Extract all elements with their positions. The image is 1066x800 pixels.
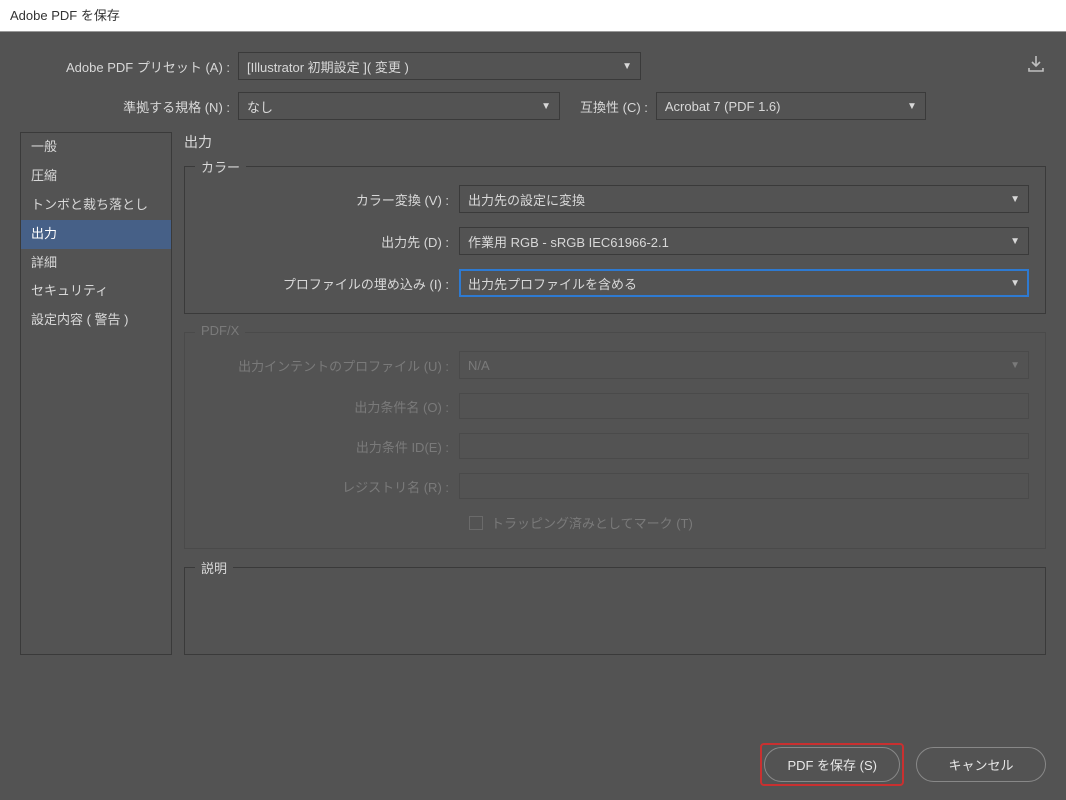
sidebar-item-advanced[interactable]: 詳細 (21, 249, 171, 278)
standard-dropdown[interactable]: なし ▼ (238, 92, 560, 120)
save-button-highlight: PDF を保存 (S) (760, 743, 904, 786)
chevron-down-icon: ▼ (1010, 278, 1020, 289)
intent-profile-value: N/A (468, 358, 490, 373)
condition-id-input (459, 433, 1029, 459)
pdfx-legend: PDF/X (195, 323, 245, 338)
compat-dropdown[interactable]: Acrobat 7 (PDF 1.6) ▼ (656, 92, 926, 120)
compat-value: Acrobat 7 (PDF 1.6) (665, 99, 781, 114)
profile-inclusion-dropdown[interactable]: 出力先プロファイルを含める ▼ (459, 269, 1029, 297)
intent-profile-dropdown: N/A ▼ (459, 351, 1029, 379)
registry-name-input (459, 473, 1029, 499)
profile-inclusion-value: 出力先プロファイルを含める (468, 274, 637, 293)
condition-name-input (459, 393, 1029, 419)
cancel-button[interactable]: キャンセル (916, 747, 1046, 782)
chevron-down-icon: ▼ (907, 101, 917, 112)
description-box: 説明 (184, 567, 1046, 655)
sidebar-item-summary[interactable]: 設定内容 ( 警告 ) (21, 306, 171, 335)
condition-id-label: 出力条件 ID(E) : (201, 437, 459, 456)
sidebar-item-security[interactable]: セキュリティ (21, 277, 171, 306)
color-conversion-dropdown[interactable]: 出力先の設定に変換 ▼ (459, 185, 1029, 213)
description-legend: 説明 (195, 558, 233, 577)
destination-value: 作業用 RGB - sRGB IEC61966-2.1 (468, 232, 669, 251)
registry-name-label: レジストリ名 (R) : (201, 477, 459, 496)
color-fieldset: カラー カラー変換 (V) : 出力先の設定に変換 ▼ 出力先 (D) : 作 (184, 166, 1046, 314)
color-conversion-value: 出力先の設定に変換 (468, 190, 585, 209)
content-title: 出力 (184, 132, 1046, 152)
chevron-down-icon: ▼ (541, 101, 551, 112)
save-pdf-button[interactable]: PDF を保存 (S) (764, 747, 900, 782)
compat-label: 互換性 (C) : (560, 97, 656, 116)
trapped-checkbox (469, 516, 483, 530)
trapped-label: トラッピング済みとしてマーク (T) (491, 513, 693, 532)
window-title: Adobe PDF を保存 (10, 8, 120, 23)
chevron-down-icon: ▼ (1010, 360, 1020, 371)
color-conversion-label: カラー変換 (V) : (201, 190, 459, 209)
preset-value: [Illustrator 初期設定 ]( 変更 ) (247, 57, 409, 76)
destination-dropdown[interactable]: 作業用 RGB - sRGB IEC61966-2.1 ▼ (459, 227, 1029, 255)
intent-profile-label: 出力インテントのプロファイル (U) : (201, 356, 459, 375)
sidebar-item-general[interactable]: 一般 (21, 133, 171, 162)
pdfx-fieldset: PDF/X 出力インテントのプロファイル (U) : N/A ▼ 出力条件名 (… (184, 332, 1046, 549)
window-titlebar: Adobe PDF を保存 (0, 0, 1066, 32)
sidebar-item-compression[interactable]: 圧縮 (21, 162, 171, 191)
sidebar-item-output[interactable]: 出力 (21, 220, 171, 249)
sidebar: 一般 圧縮 トンボと裁ち落とし 出力 詳細 セキュリティ 設定内容 ( 警告 ) (20, 132, 172, 655)
chevron-down-icon: ▼ (622, 61, 632, 72)
preset-label: Adobe PDF プリセット (A) : (20, 57, 238, 76)
chevron-down-icon: ▼ (1010, 194, 1020, 205)
preset-dropdown[interactable]: [Illustrator 初期設定 ]( 変更 ) ▼ (238, 52, 641, 80)
standard-label: 準拠する規格 (N) : (20, 97, 238, 116)
standard-value: なし (247, 97, 273, 116)
download-preset-icon[interactable] (1026, 54, 1046, 79)
condition-name-label: 出力条件名 (O) : (201, 397, 459, 416)
destination-label: 出力先 (D) : (201, 232, 459, 251)
chevron-down-icon: ▼ (1010, 236, 1020, 247)
profile-inclusion-label: プロファイルの埋め込み (I) : (201, 274, 459, 293)
sidebar-item-marks-bleeds[interactable]: トンボと裁ち落とし (21, 191, 171, 220)
color-legend: カラー (195, 157, 246, 176)
